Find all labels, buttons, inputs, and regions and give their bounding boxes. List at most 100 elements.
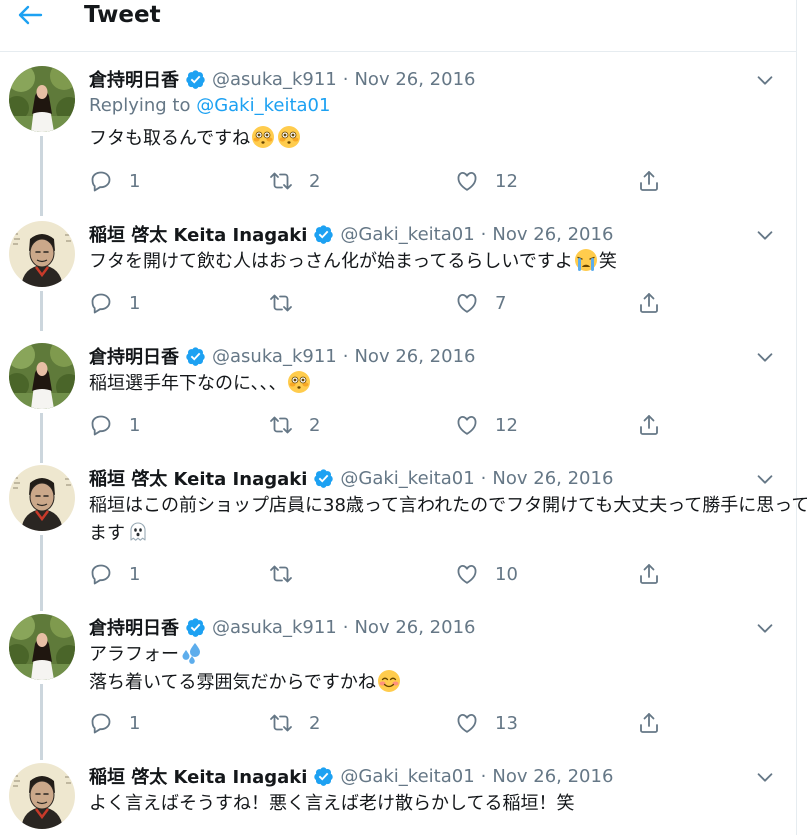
like-button[interactable]: 13 <box>455 708 518 738</box>
like-count: 12 <box>495 414 518 436</box>
share-button[interactable] <box>637 166 661 196</box>
more-options-button[interactable] <box>752 765 778 789</box>
heart-icon <box>455 169 479 193</box>
tweet-text: フタも取るんですね <box>89 125 789 153</box>
separator: · <box>342 616 349 638</box>
chevron-down-icon <box>754 617 776 639</box>
retweet-button[interactable] <box>269 559 309 589</box>
tweet-text: フタを開けて飲む人はおっさん化が始まってるらしいですよ 笑 <box>89 248 789 276</box>
avatar[interactable] <box>9 614 75 680</box>
more-options-button[interactable] <box>752 616 778 640</box>
like-button[interactable]: 10 <box>455 559 518 589</box>
timestamp[interactable]: Nov 26, 2016 <box>492 224 613 245</box>
chevron-down-icon <box>754 224 776 246</box>
retweet-button[interactable]: 2 <box>269 410 320 440</box>
page-title: Tweet <box>84 2 161 28</box>
more-options-button[interactable] <box>752 467 778 491</box>
tweet-text: 稲垣選手年下なのに、、、 <box>89 370 789 398</box>
reply-button[interactable]: 1 <box>89 166 140 196</box>
like-button[interactable]: 12 <box>455 410 518 440</box>
avatar[interactable] <box>9 763 75 829</box>
replying-to-link[interactable]: @Gaki_keita01 <box>196 95 330 116</box>
like-button[interactable]: 12 <box>455 166 518 196</box>
display-name[interactable]: 倉持明日香 <box>89 343 179 369</box>
thread-line <box>40 684 43 760</box>
tweet-actions: 1 2 12 <box>89 410 689 440</box>
more-options-button[interactable] <box>752 345 778 369</box>
share-button[interactable] <box>637 288 661 318</box>
avatar[interactable] <box>9 221 75 287</box>
tweet[interactable]: 稲垣 啓太 Keita Inagaki @Gaki_keita01 · Nov … <box>0 465 807 613</box>
share-button[interactable] <box>637 708 661 738</box>
tweet-text: よく言えばそうすね！悪く言えば老け散らかしてる稲垣！笑 <box>89 790 789 818</box>
replying-to: Replying to @Gaki_keita01 <box>89 95 330 116</box>
reply-count: 1 <box>129 712 141 734</box>
share-button[interactable] <box>637 559 661 589</box>
timeline-right-border <box>796 0 797 835</box>
ghost-emoji-icon <box>126 520 150 544</box>
like-count: 10 <box>495 563 518 585</box>
separator: · <box>342 345 349 367</box>
reply-icon <box>89 169 113 193</box>
reply-button[interactable]: 1 <box>89 288 140 318</box>
tweet-text: アラフォー 落ち着いてる雰囲気だからですかね <box>89 641 789 697</box>
timestamp[interactable]: Nov 26, 2016 <box>354 346 475 367</box>
avatar[interactable] <box>9 465 75 531</box>
like-button[interactable]: 7 <box>455 288 506 318</box>
display-name[interactable]: 倉持明日香 <box>89 66 179 92</box>
username[interactable]: @asuka_k911 <box>212 69 337 90</box>
back-button[interactable] <box>14 2 46 28</box>
heart-icon <box>455 291 479 315</box>
tweet-header: 倉持明日香 @asuka_k911 · Nov 26, 2016 <box>89 614 475 640</box>
more-options-button[interactable] <box>752 223 778 247</box>
back-arrow-icon <box>18 5 43 25</box>
verified-badge-icon <box>313 224 334 245</box>
username[interactable]: @Gaki_keita01 <box>340 766 474 787</box>
verified-badge-icon <box>313 766 334 787</box>
tweet[interactable]: 稲垣 啓太 Keita Inagaki @Gaki_keita01 · Nov … <box>0 763 796 835</box>
avatar[interactable] <box>9 66 75 132</box>
retweet-button[interactable]: 2 <box>269 166 320 196</box>
timestamp[interactable]: Nov 26, 2016 <box>354 69 475 90</box>
reply-button[interactable]: 1 <box>89 559 140 589</box>
more-options-button[interactable] <box>752 68 778 92</box>
display-name[interactable]: 稲垣 啓太 Keita Inagaki <box>89 465 307 491</box>
username[interactable]: @Gaki_keita01 <box>340 224 474 245</box>
like-count: 12 <box>495 170 518 192</box>
tweet-text-line: フタを開けて飲む人はおっさん化が始まってるらしいですよ <box>89 251 573 272</box>
tweet-header: 倉持明日香 @asuka_k911 · Nov 26, 2016 <box>89 66 475 92</box>
separator: · <box>342 68 349 90</box>
display-name[interactable]: 倉持明日香 <box>89 614 179 640</box>
chevron-down-icon <box>754 766 776 788</box>
retweet-button[interactable]: 2 <box>269 708 320 738</box>
sweat-droplets-emoji-icon <box>180 641 204 665</box>
tweet[interactable]: 稲垣 啓太 Keita Inagaki @Gaki_keita01 · Nov … <box>0 221 796 343</box>
tweet-text-line: 稲垣はこの前ショップ店員に38歳って言われたのでフタ開けても大丈夫って勝手に思っ… <box>89 495 807 516</box>
tweet-header: 稲垣 啓太 Keita Inagaki @Gaki_keita01 · Nov … <box>89 763 613 789</box>
timestamp[interactable]: Nov 26, 2016 <box>354 617 475 638</box>
reply-button[interactable]: 1 <box>89 708 140 738</box>
retweet-count: 2 <box>309 414 321 436</box>
tweet-actions: 1 2 13 <box>89 708 689 738</box>
reply-icon <box>89 711 113 735</box>
username[interactable]: @Gaki_keita01 <box>340 468 474 489</box>
verified-badge-icon <box>185 617 206 638</box>
share-button[interactable] <box>637 410 661 440</box>
tweet[interactable]: 倉持明日香 @asuka_k911 · Nov 26, 2016 アラフォー 落… <box>0 614 796 764</box>
timestamp[interactable]: Nov 26, 2016 <box>492 766 613 787</box>
retweet-icon <box>269 291 293 315</box>
retweet-button[interactable] <box>269 288 309 318</box>
retweet-count: 2 <box>309 712 321 734</box>
username[interactable]: @asuka_k911 <box>212 346 337 367</box>
display-name[interactable]: 稲垣 啓太 Keita Inagaki <box>89 763 307 789</box>
display-name[interactable]: 稲垣 啓太 Keita Inagaki <box>89 221 307 247</box>
reply-button[interactable]: 1 <box>89 410 140 440</box>
tweet[interactable]: 倉持明日香 @asuka_k911 · Nov 26, 2016 稲垣選手年下な… <box>0 343 796 465</box>
avatar[interactable] <box>9 343 75 409</box>
username[interactable]: @asuka_k911 <box>212 617 337 638</box>
retweet-icon <box>269 413 293 437</box>
timestamp[interactable]: Nov 26, 2016 <box>492 468 613 489</box>
share-icon <box>637 169 661 193</box>
reply-count: 1 <box>129 414 141 436</box>
tweet[interactable]: 倉持明日香 @asuka_k911 · Nov 26, 2016 Replyin… <box>0 66 796 216</box>
